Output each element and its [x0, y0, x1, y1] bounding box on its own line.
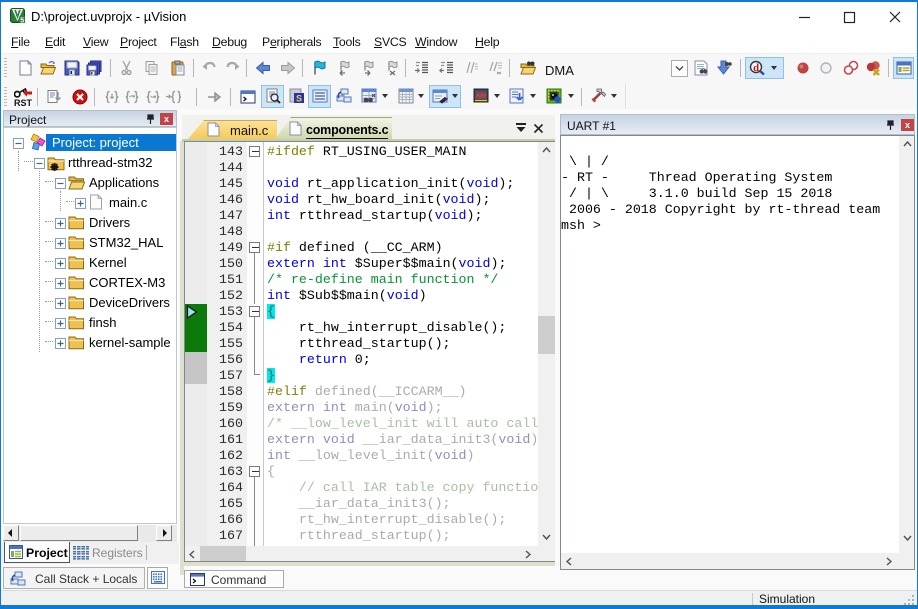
- svg-text:d: d: [753, 62, 759, 74]
- svg-text:S: S: [296, 94, 302, 104]
- svg-text:5: 5: [20, 17, 24, 23]
- svg-text:RST: RST: [14, 98, 33, 107]
